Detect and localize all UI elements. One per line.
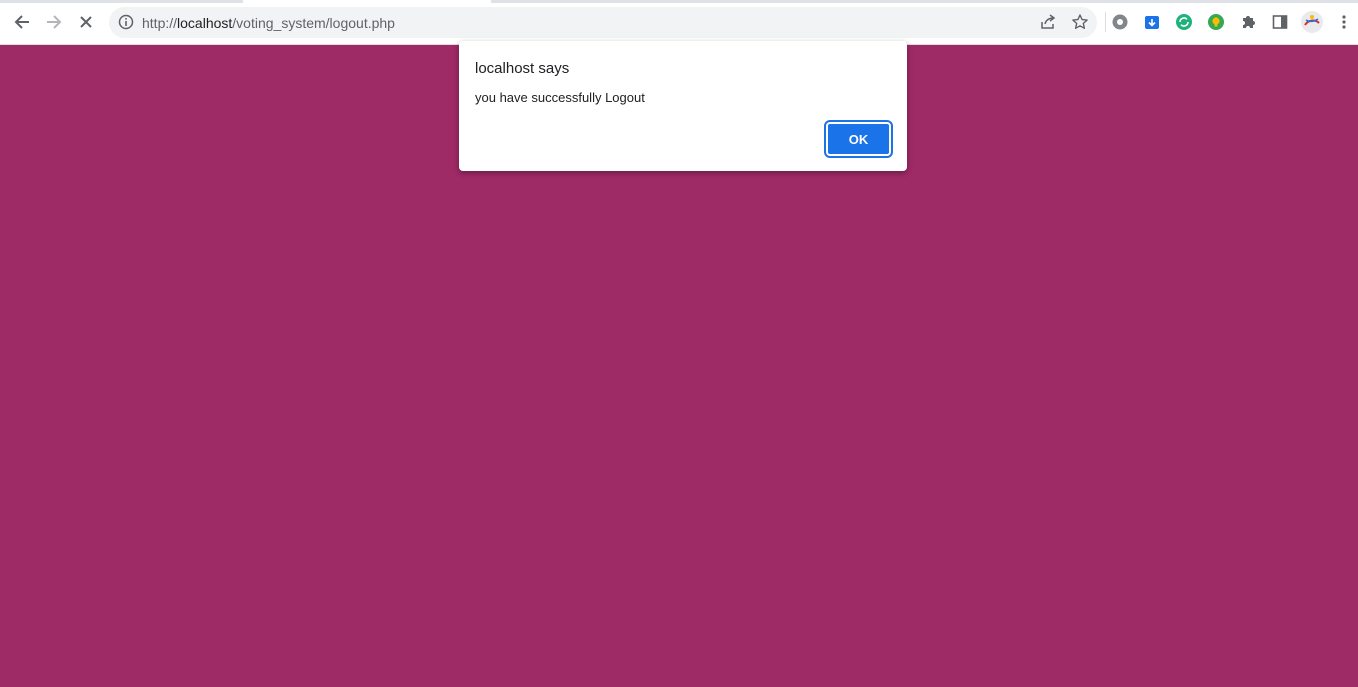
- active-tab-edge: [243, 0, 491, 3]
- back-button[interactable]: [9, 9, 35, 35]
- url-path: /voting_system/logout.php: [232, 15, 395, 31]
- side-panel-icon: [1272, 15, 1288, 29]
- stop-icon: [80, 16, 92, 28]
- forward-icon: [47, 15, 62, 29]
- download-box-icon: [1145, 16, 1159, 29]
- alert-dialog: localhost says you have successfully Log…: [459, 41, 907, 171]
- address-bar[interactable]: http://localhost/voting_system/logout.ph…: [109, 7, 1097, 38]
- lightbulb-icon: [1208, 14, 1224, 30]
- star-icon[interactable]: [1071, 13, 1089, 31]
- extension-1[interactable]: [1110, 12, 1130, 32]
- toolbar-separator: [1105, 12, 1106, 32]
- menu-icon: [1342, 15, 1346, 29]
- browser-toolbar: http://localhost/voting_system/logout.ph…: [0, 0, 1358, 45]
- profile-avatar[interactable]: [1300, 10, 1324, 34]
- browser-menu-button[interactable]: [1334, 12, 1354, 32]
- url-host: localhost: [177, 15, 233, 31]
- url-text[interactable]: http://localhost/voting_system/logout.ph…: [142, 15, 395, 31]
- dialog-message: you have successfully Logout: [475, 90, 645, 105]
- extensions-button[interactable]: [1238, 12, 1258, 32]
- stop-button[interactable]: [73, 9, 99, 35]
- ok-button[interactable]: OK: [824, 120, 893, 158]
- side-panel-button[interactable]: [1270, 12, 1290, 32]
- extension-3[interactable]: [1174, 12, 1194, 32]
- url-prefix: http://: [142, 15, 178, 31]
- tab-strip: [0, 0, 1358, 3]
- extension-4[interactable]: [1206, 12, 1226, 32]
- info-icon[interactable]: [118, 14, 134, 30]
- dialog-title: localhost says: [475, 60, 570, 77]
- avatar-icon: [1301, 11, 1323, 33]
- forward-button[interactable]: [41, 9, 67, 35]
- extension-2[interactable]: [1142, 12, 1162, 32]
- puzzle-icon: [1243, 16, 1255, 28]
- extension-circle-icon: [1112, 14, 1128, 30]
- back-icon: [14, 15, 29, 29]
- share-icon[interactable]: [1039, 13, 1057, 31]
- refresh-circle-icon: [1176, 14, 1192, 30]
